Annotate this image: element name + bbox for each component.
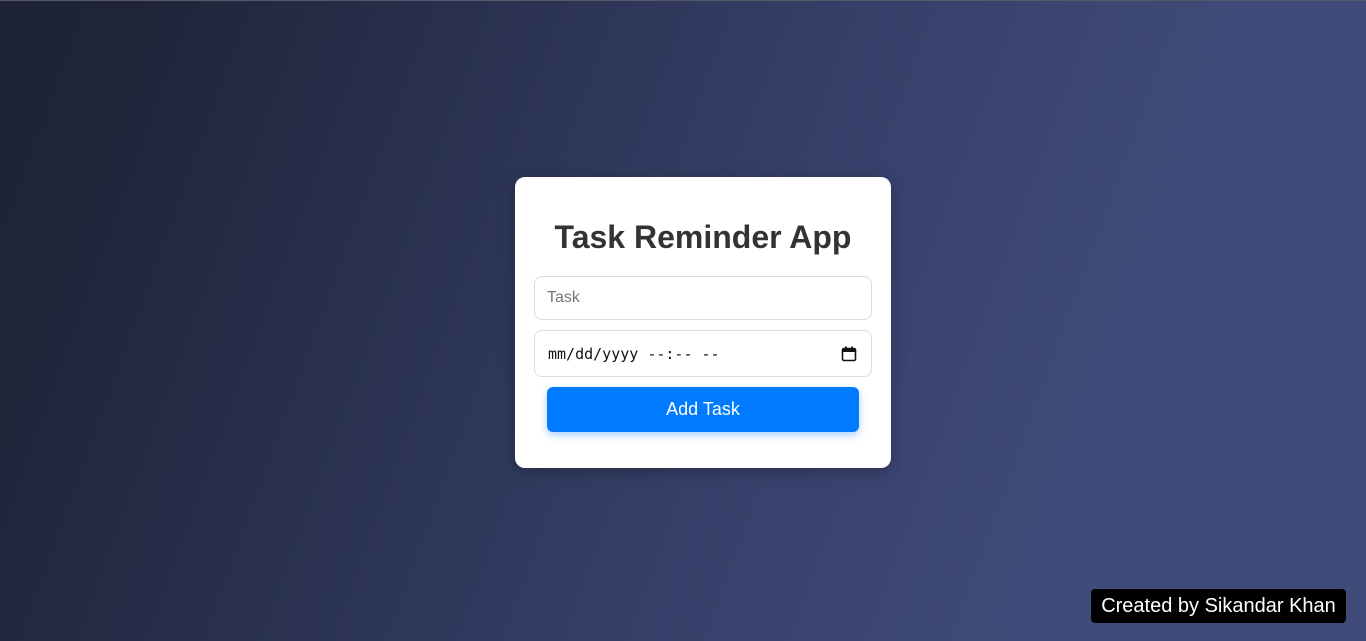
datetime-placeholder: mm/dd/yyyy --:-- -- xyxy=(548,344,720,363)
task-reminder-card: Task Reminder App mm/dd/yyyy --:-- -- Ad… xyxy=(515,177,891,468)
credit-badge: Created by Sikandar Khan xyxy=(1091,589,1346,623)
add-task-button[interactable]: Add Task xyxy=(547,387,859,432)
page-title: Task Reminder App xyxy=(554,219,852,255)
datetime-field[interactable]: mm/dd/yyyy --:-- -- xyxy=(534,330,872,377)
task-input[interactable] xyxy=(534,276,872,320)
calendar-icon[interactable] xyxy=(841,346,857,362)
